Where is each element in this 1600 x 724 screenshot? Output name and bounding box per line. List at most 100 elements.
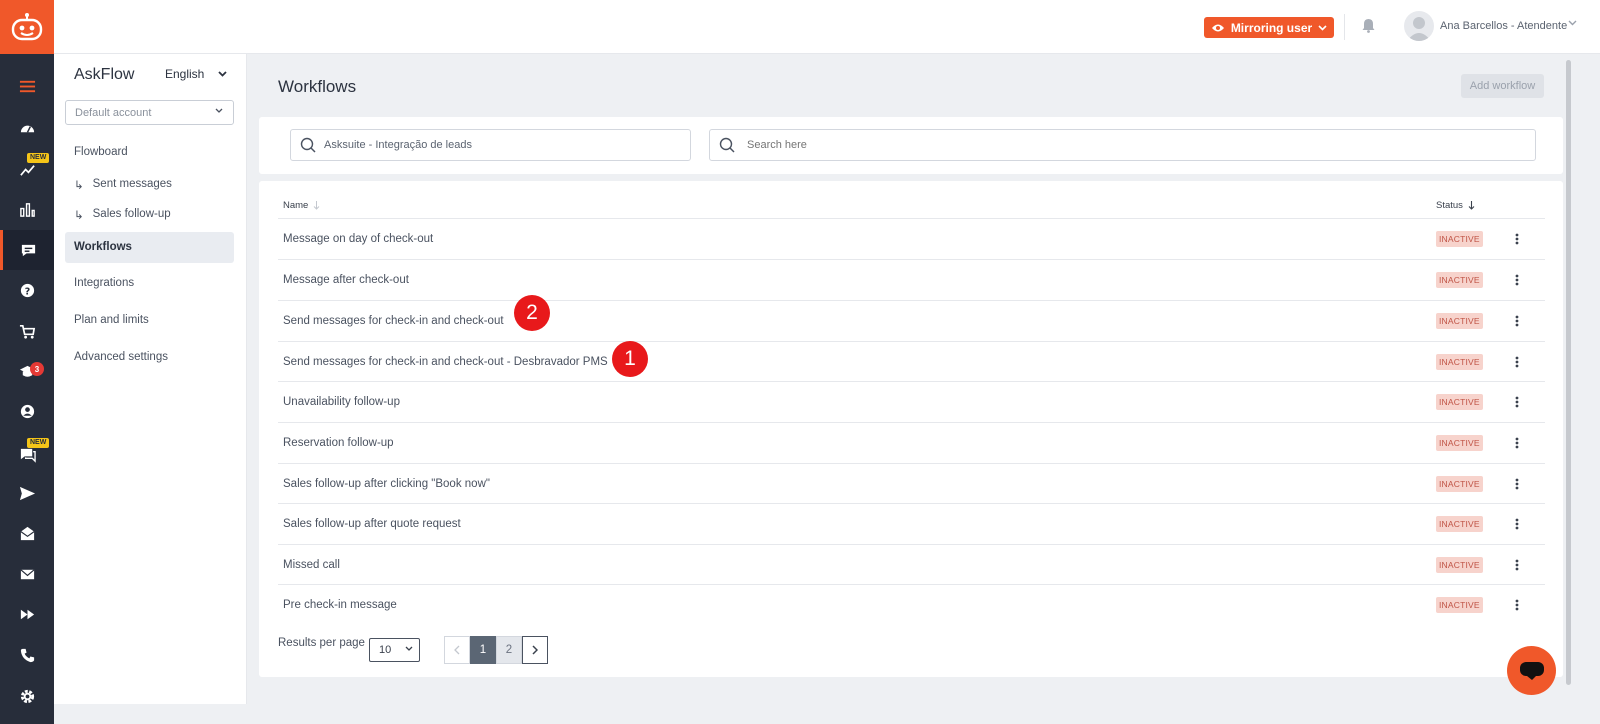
workflow-name[interactable]: Reservation follow-up [283,437,394,449]
flow-chat-icon[interactable] [0,230,54,270]
chevron-down-icon [405,646,413,651]
sidebar-item-advanced-settings[interactable]: Advanced settings [74,351,168,363]
send-icon[interactable] [0,473,54,513]
avatar[interactable] [1404,11,1434,41]
sidebar-item-workflows[interactable]: Workflows [74,241,132,253]
mail-icon[interactable] [0,554,54,594]
table-row[interactable]: Send messages for check-in and check-out… [278,341,1545,382]
more-options-icon[interactable] [1512,476,1522,492]
chevron-down-icon [218,71,227,77]
graduation-icon[interactable]: 3 [0,351,54,391]
more-options-icon[interactable] [1512,557,1522,573]
integration-filter-input[interactable]: Asksuite - Integração de leads [290,129,691,161]
more-options-icon[interactable] [1512,272,1522,288]
bar-chart-icon[interactable] [0,189,54,229]
chat-bubble-icon [1519,661,1544,680]
workflow-name[interactable]: Message after check-out [283,274,409,286]
workflow-name[interactable]: Unavailability follow-up [283,396,400,408]
chevron-right-icon [532,645,538,655]
mail-open-icon[interactable] [0,513,54,553]
status-badge: INACTIVE [1436,313,1483,329]
workflow-name[interactable]: Send messages for check-in and check-out [283,315,504,327]
table-row[interactable]: Sales follow-up after quote request INAC… [278,503,1545,544]
table-row[interactable]: Sales follow-up after clicking "Book now… [278,463,1545,504]
more-options-icon[interactable] [1512,394,1522,410]
workflows-table: Name Status Message on day of check-out … [259,181,1563,677]
status-badge: INACTIVE [1436,516,1483,532]
more-options-icon[interactable] [1512,231,1522,247]
column-header-status[interactable]: Status [1436,200,1475,211]
more-options-icon[interactable] [1512,516,1522,532]
more-options-icon[interactable] [1512,597,1522,613]
scrollbar-thumb[interactable] [1566,60,1571,685]
footer-strip [54,704,1600,724]
add-workflow-button[interactable]: Add workflow [1461,74,1544,98]
table-row[interactable]: Missed call INACTIVE [278,544,1545,585]
page-title: Workflows [278,77,357,96]
workflow-name[interactable]: Sales follow-up after clicking "Book now… [283,478,490,490]
column-header-label: Name [283,200,309,211]
more-options-icon[interactable] [1512,354,1522,370]
next-page-button[interactable] [522,636,548,664]
column-header-label: Status [1436,200,1463,211]
help-icon[interactable]: ? [0,270,54,310]
search-box[interactable] [709,129,1536,161]
sidebar-item-plan-and-limits[interactable]: Plan and limits [74,314,149,326]
table-row[interactable]: Send messages for check-in and check-out… [278,300,1545,341]
results-per-page-select[interactable]: 10 [369,638,420,662]
sidebar-item-sales-follow-up[interactable]: ↳ Sales follow-up [74,208,171,222]
robot-logo-icon[interactable] [0,0,54,54]
language-label: English [165,67,205,81]
user-name[interactable]: Ana Barcellos - Atendente [1440,20,1567,32]
account-label: Default account [75,106,152,119]
search-icon [300,137,316,153]
workflow-name[interactable]: Pre check-in message [283,599,397,611]
workflow-name[interactable]: Missed call [283,559,340,571]
status-badge: INACTIVE [1436,597,1483,613]
chat-icon[interactable]: NEW [0,434,54,474]
settings-icon[interactable] [0,676,54,716]
scrollbar[interactable] [1564,54,1573,704]
phone-icon[interactable] [0,635,54,675]
sidebar-item-sent-messages[interactable]: ↳ Sent messages [74,178,172,192]
mirroring-user-button[interactable]: Mirroring user [1204,17,1334,38]
column-header-name[interactable]: Name [283,200,320,211]
workflow-name[interactable]: Send messages for check-in and check-out… [283,356,608,368]
page-button-2[interactable]: 2 [496,636,522,664]
table-row[interactable]: Message after check-out INACTIVE [278,259,1545,300]
account-select[interactable]: Default account [65,100,234,125]
notification-badge: 3 [30,362,44,376]
table-row[interactable]: Reservation follow-up INACTIVE [278,422,1545,463]
menu-icon[interactable] [0,66,54,106]
dashboard-icon[interactable] [0,108,54,148]
divider [1344,14,1345,40]
trend-icon[interactable]: NEW [0,149,54,189]
more-options-icon[interactable] [1512,435,1522,451]
cart-icon[interactable] [0,311,54,351]
language-select[interactable]: English [165,67,227,81]
app-title: AskFlow [74,66,135,83]
table-row[interactable]: Unavailability follow-up INACTIVE [278,381,1545,422]
results-per-page-label: Results per page [278,637,365,649]
table-row[interactable]: Message on day of check-out INACTIVE [278,218,1545,259]
status-badge: INACTIVE [1436,354,1483,370]
integration-filter-value: Asksuite - Integração de leads [324,139,472,151]
more-options-icon[interactable] [1512,313,1522,329]
pagination: 1 2 [444,636,548,664]
user-circle-icon[interactable] [0,391,54,431]
sidebar-item-flowboard[interactable]: Flowboard [74,146,128,158]
chevron-down-icon [1318,24,1327,31]
sidebar-item-label: Sales follow-up [92,208,171,220]
chevron-down-icon[interactable] [1568,20,1577,26]
chat-launcher-button[interactable] [1507,646,1556,695]
search-input[interactable] [747,139,1047,151]
workflow-name[interactable]: Message on day of check-out [283,233,433,245]
step-marker-2: 2 [514,295,550,331]
prev-page-button[interactable] [444,636,470,664]
workflow-name[interactable]: Sales follow-up after quote request [283,518,461,530]
table-row[interactable]: Pre check-in message INACTIVE [278,584,1545,625]
page-button-1[interactable]: 1 [470,636,496,664]
fast-forward-icon[interactable] [0,594,54,634]
bell-icon[interactable] [1362,18,1375,38]
sidebar-item-integrations[interactable]: Integrations [74,277,134,289]
